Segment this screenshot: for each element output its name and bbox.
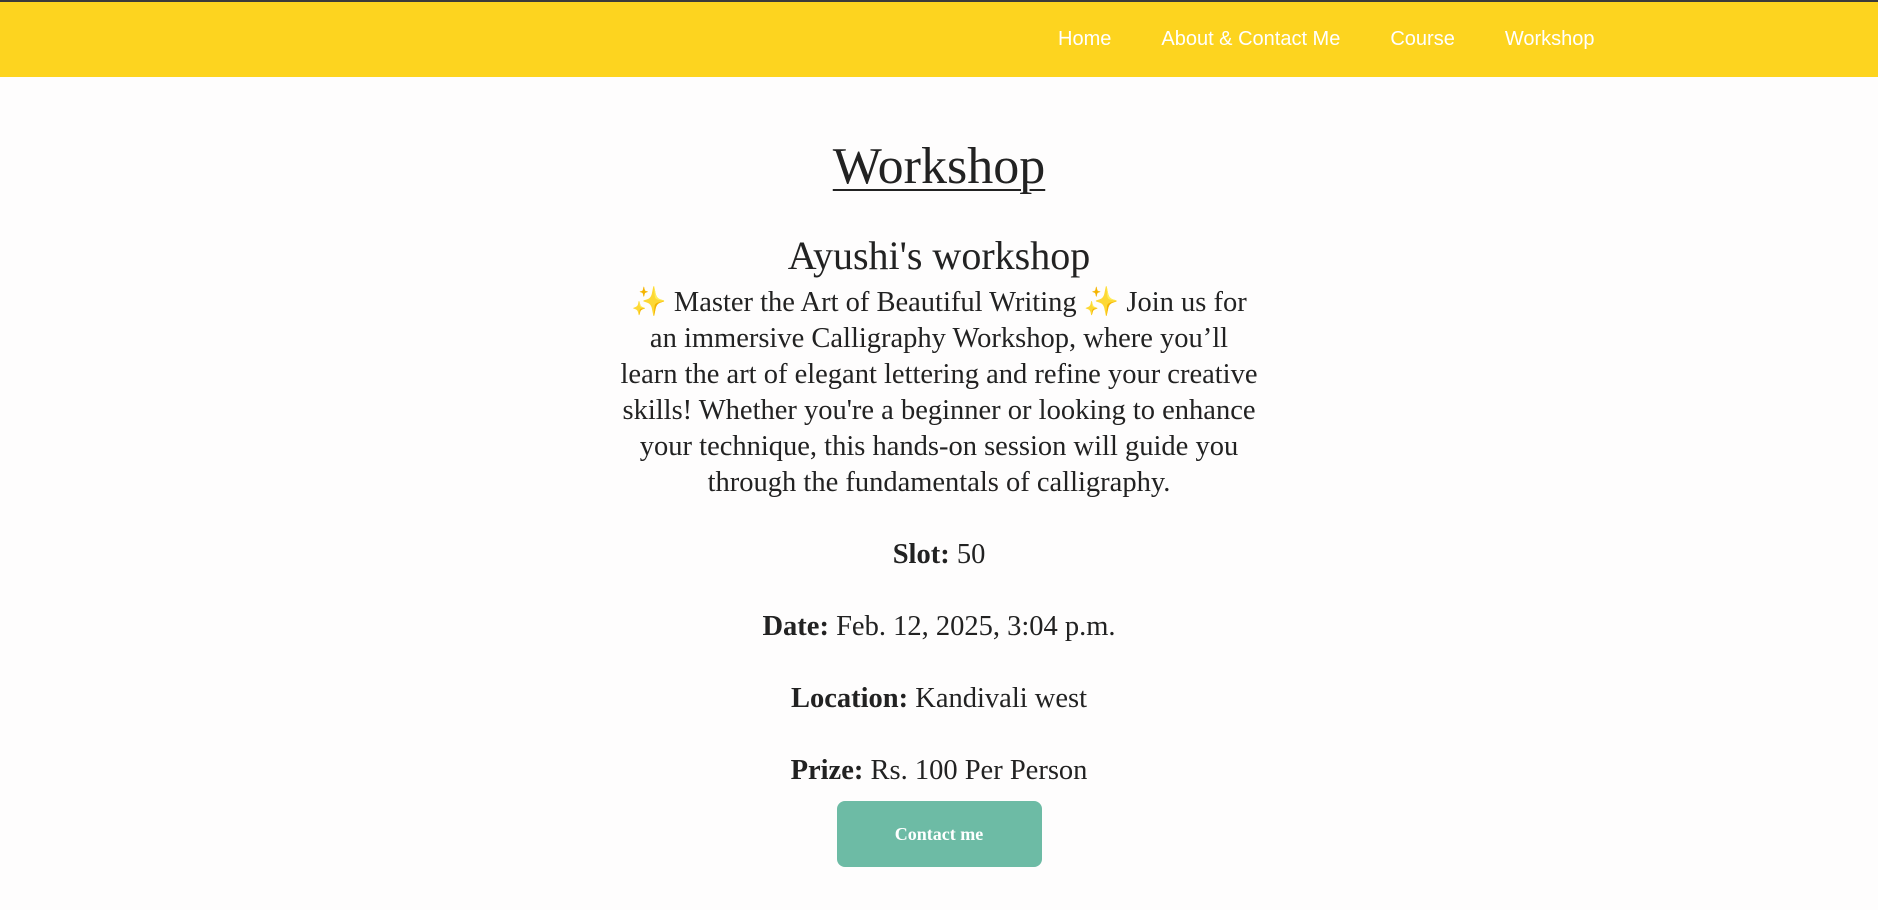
location-detail: Location: Kandivali west bbox=[0, 681, 1878, 717]
description-body: Join us for an immersive Calligraphy Wor… bbox=[620, 287, 1258, 498]
slot-detail: Slot: 50 bbox=[0, 537, 1878, 573]
prize-value: Rs. 100 Per Person bbox=[870, 755, 1088, 786]
prize-label: Prize: bbox=[790, 755, 864, 786]
date-detail: Date: Feb. 12, 2025, 3:04 p.m. bbox=[0, 609, 1878, 645]
nav-menu: Home About & Contact Me Course Workshop bbox=[1033, 2, 1620, 77]
location-label: Location: bbox=[790, 683, 909, 714]
date-value: Feb. 12, 2025, 3:04 p.m. bbox=[836, 611, 1116, 642]
nav-item-course[interactable]: Course bbox=[1390, 28, 1454, 51]
slot-label: Slot: bbox=[892, 539, 950, 570]
date-label: Date: bbox=[762, 611, 829, 642]
workshop-description: ✨ Master the Art of Beautiful Writing ✨ … bbox=[619, 285, 1259, 501]
sparkle-icon: ✨ bbox=[631, 287, 667, 318]
sparkle-icon: ✨ bbox=[1083, 287, 1120, 318]
navbar: Home About & Contact Me Course Workshop bbox=[0, 2, 1878, 77]
nav-item-about-contact[interactable]: About & Contact Me bbox=[1161, 28, 1340, 51]
prize-detail: Prize: Rs. 100 Per Person bbox=[0, 753, 1878, 789]
contact-me-button[interactable]: Contact me bbox=[836, 801, 1042, 867]
slot-value: 50 bbox=[956, 539, 986, 570]
nav-item-workshop[interactable]: Workshop bbox=[1505, 28, 1595, 51]
nav-item-home[interactable]: Home bbox=[1058, 28, 1111, 51]
workshop-name: Ayushi's workshop bbox=[787, 233, 1091, 278]
main-content: Workshop Ayushi's workshop ✨ Master the … bbox=[0, 77, 1878, 867]
location-value: Kandivali west bbox=[915, 683, 1088, 714]
description-headline: Master the Art of Beautiful Writing bbox=[673, 287, 1077, 318]
workshop-card: Ayushi's workshop ✨ Master the Art of Be… bbox=[0, 193, 1878, 867]
page-title: Workshop bbox=[832, 138, 1046, 195]
